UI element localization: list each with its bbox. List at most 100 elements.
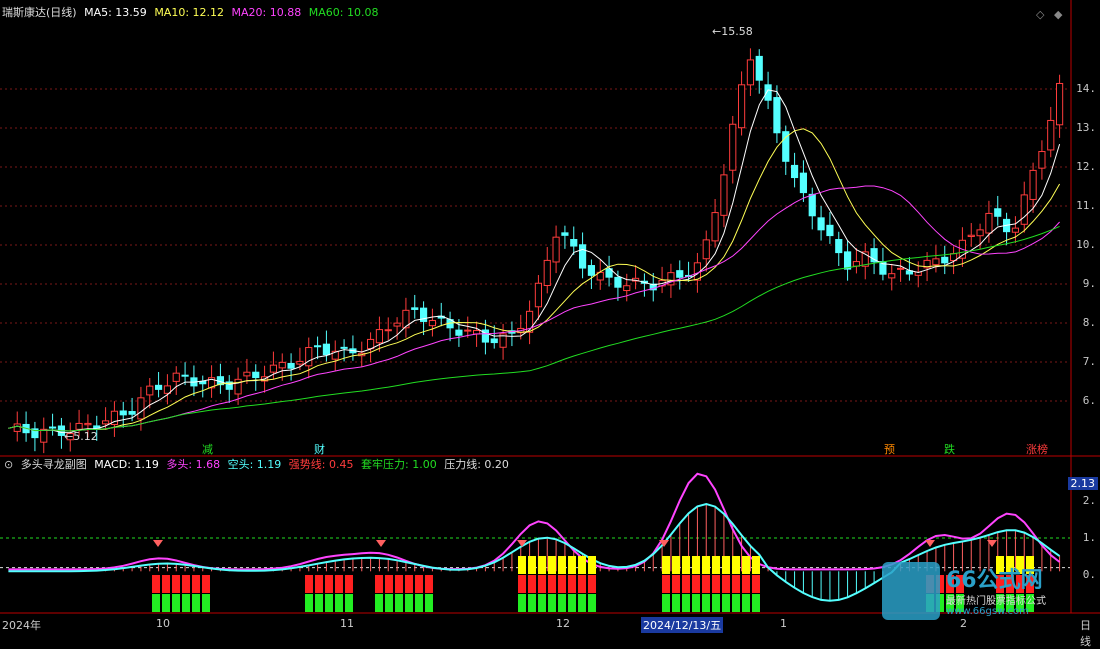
signal-diamond xyxy=(153,540,163,547)
green-block xyxy=(395,594,403,612)
green-block xyxy=(315,594,323,612)
price-tick: 14. xyxy=(1076,82,1096,95)
yali-label: 压力线: 0.20 xyxy=(444,458,509,471)
price-tick: 11. xyxy=(1076,199,1096,212)
green-block xyxy=(578,594,586,612)
candle-up xyxy=(976,229,984,237)
candle-down xyxy=(570,239,578,247)
candle-up xyxy=(305,347,313,367)
green-block xyxy=(405,594,413,612)
red-block xyxy=(662,575,670,593)
stock-title: 瑞斯康达(日线) xyxy=(2,6,77,19)
yellow-block xyxy=(558,556,566,574)
kongtou-label: 空头: 1.19 xyxy=(227,458,282,471)
red-block xyxy=(335,575,343,593)
duotou-label: 多头: 1.68 xyxy=(166,458,221,471)
candle-up xyxy=(711,212,719,242)
red-block xyxy=(702,575,710,593)
candle-down xyxy=(826,224,834,237)
price-tick: 9. xyxy=(1082,277,1096,290)
price-tick: 8. xyxy=(1082,316,1096,329)
red-block xyxy=(752,575,760,593)
candle-down xyxy=(614,276,622,288)
red-block xyxy=(578,575,586,593)
red-block xyxy=(315,575,323,593)
candle-down xyxy=(313,345,322,348)
green-block xyxy=(325,594,333,612)
green-block xyxy=(558,594,566,612)
candle-down xyxy=(199,380,207,385)
yellow-block xyxy=(692,556,700,574)
candle-down xyxy=(287,362,295,369)
red-block xyxy=(202,575,210,593)
green-block xyxy=(385,594,393,612)
yellow-block xyxy=(702,556,710,574)
x-label: 2024年 xyxy=(2,619,41,632)
price-tick: 12. xyxy=(1076,160,1096,173)
green-block xyxy=(702,594,710,612)
candle-up xyxy=(985,212,993,234)
candle-down xyxy=(755,55,763,81)
red-block xyxy=(325,575,333,593)
x-label: 12 xyxy=(556,617,570,630)
red-block xyxy=(305,575,313,593)
sub-tick: 1. xyxy=(1082,531,1096,544)
green-block xyxy=(712,594,720,612)
duotou-line xyxy=(8,472,1061,571)
low-value: 5.12 xyxy=(73,430,98,443)
red-block xyxy=(548,575,556,593)
candle-up xyxy=(384,329,392,332)
candlestick-chart[interactable] xyxy=(0,0,1100,633)
event-marker-zhangbang[interactable]: 涨榜 xyxy=(1024,441,1050,457)
candle-down xyxy=(411,307,419,310)
red-block xyxy=(588,575,596,593)
sub-tick: 2. xyxy=(1082,494,1096,507)
candle-up xyxy=(1038,151,1046,169)
candle-up xyxy=(172,372,180,382)
green-block xyxy=(742,594,750,612)
x-label: 1 xyxy=(780,617,787,630)
green-block xyxy=(152,594,160,612)
candle-down xyxy=(587,265,596,276)
red-block xyxy=(692,575,700,593)
event-marker-cai[interactable]: 财 xyxy=(312,441,327,457)
candle-up xyxy=(13,423,21,432)
event-marker-die[interactable]: 跌 xyxy=(942,441,957,457)
ma60-label: MA60: 10.08 xyxy=(308,6,379,19)
yellow-block xyxy=(588,556,596,574)
yellow-block xyxy=(568,556,576,574)
red-block xyxy=(732,575,740,593)
candle-up xyxy=(746,59,755,86)
event-marker-jian[interactable]: 减 xyxy=(200,441,215,457)
ma20-line xyxy=(8,185,1060,432)
candle-up xyxy=(375,329,384,344)
green-block xyxy=(192,594,200,612)
yellow-block xyxy=(682,556,690,574)
watermark-brand: 66公式网 xyxy=(946,568,1043,593)
green-block xyxy=(415,594,423,612)
red-block xyxy=(742,575,750,593)
watermark-logo-icon xyxy=(882,562,940,620)
red-block xyxy=(172,575,180,593)
low-annotation: ←5.12 xyxy=(64,430,98,443)
collapse-icon[interactable]: ⊙ xyxy=(4,458,13,471)
green-block xyxy=(752,594,760,612)
candle-up xyxy=(1047,119,1055,151)
green-block xyxy=(518,594,526,612)
candle-up xyxy=(146,385,154,396)
yellow-block xyxy=(662,556,670,574)
yellow-block xyxy=(518,556,526,574)
red-block xyxy=(722,575,730,593)
red-block xyxy=(425,575,433,593)
candle-down xyxy=(773,97,781,134)
candle-up xyxy=(1029,169,1037,200)
event-marker-yu[interactable]: 预 xyxy=(882,441,897,457)
candle-down xyxy=(490,338,498,344)
ma60-line xyxy=(8,225,1060,432)
yellow-block xyxy=(712,556,720,574)
diamond-icon[interactable]: ◇ xyxy=(1036,8,1044,21)
price-tick: 13. xyxy=(1076,121,1096,134)
yellow-block xyxy=(578,556,586,574)
pin-icon[interactable]: ◆ xyxy=(1054,8,1062,21)
candle-up xyxy=(896,267,905,270)
